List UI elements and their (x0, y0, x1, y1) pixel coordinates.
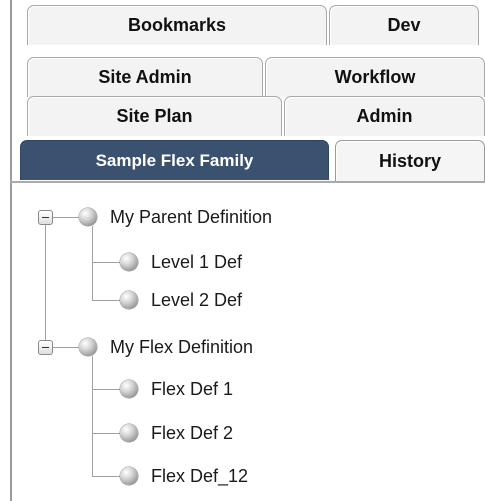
node-bullet-icon (79, 208, 97, 226)
tree-connector (92, 389, 120, 390)
tab-sample-flex-family[interactable]: Sample Flex Family (20, 140, 329, 180)
tree-connector (53, 217, 79, 218)
tree-connector (92, 226, 93, 300)
tree-connector (92, 433, 120, 434)
tree-node-my-parent-definition[interactable]: My Parent Definition (110, 206, 272, 228)
node-bullet-icon (120, 467, 138, 485)
panel-left-border (10, 0, 12, 501)
tab-history[interactable]: History (335, 140, 485, 182)
tree-node-flex-def-12[interactable]: Flex Def_12 (151, 465, 248, 487)
tab-bookmarks[interactable]: Bookmarks (27, 5, 327, 45)
tree-node-flex-def-1[interactable]: Flex Def 1 (151, 378, 233, 400)
tree-connector (45, 225, 46, 346)
collapse-toggle-icon[interactable] (38, 210, 53, 225)
tree-node-flex-def-2[interactable]: Flex Def 2 (151, 422, 233, 444)
tree-node-level-1-def[interactable]: Level 1 Def (151, 251, 242, 273)
content-top-border (10, 181, 485, 183)
tree-node-my-flex-definition[interactable]: My Flex Definition (110, 336, 253, 358)
tab-admin[interactable]: Admin (284, 96, 485, 136)
tree-connector (92, 262, 120, 263)
tab-workflow[interactable]: Workflow (265, 57, 485, 97)
node-bullet-icon (120, 380, 138, 398)
tree-node-level-2-def[interactable]: Level 2 Def (151, 289, 242, 311)
node-bullet-icon (120, 291, 138, 309)
tab-panel: Bookmarks Dev Site Admin Workflow Site P… (0, 0, 485, 501)
tree-connector (92, 476, 120, 477)
tree-connector (53, 347, 79, 348)
node-bullet-icon (79, 338, 97, 356)
tree-connector (92, 356, 93, 476)
tab-site-plan[interactable]: Site Plan (27, 96, 282, 136)
node-bullet-icon (120, 424, 138, 442)
tree-connector (92, 300, 120, 301)
tab-site-admin[interactable]: Site Admin (27, 57, 263, 97)
collapse-toggle-icon[interactable] (38, 340, 53, 355)
node-bullet-icon (120, 253, 138, 271)
tab-dev[interactable]: Dev (329, 5, 479, 45)
